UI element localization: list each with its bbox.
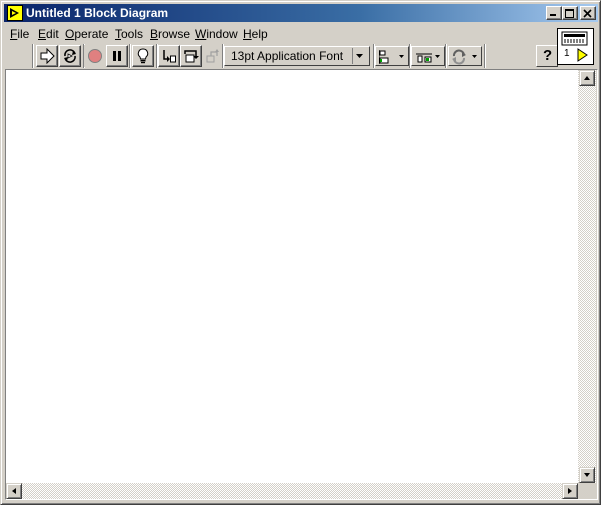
toolbar: 13pt Application Font ?: [4, 43, 598, 69]
step-into-icon: [163, 50, 176, 63]
menu-window[interactable]: Window: [195, 27, 238, 41]
vi-icon-number: 1: [564, 48, 570, 59]
align-objects-icon: [379, 50, 404, 64]
arrow-up-icon: [584, 76, 590, 80]
distribute-objects-icon: [416, 53, 440, 63]
toolbar-separator: [32, 44, 34, 68]
arrow-left-icon: [12, 488, 16, 494]
menu-bar: File Edit Operate Tools Browse Window He…: [4, 24, 598, 43]
menu-help[interactable]: Help: [243, 27, 268, 41]
scroll-right-button[interactable]: [562, 483, 578, 499]
vertical-scrollbar[interactable]: [578, 70, 596, 483]
title-bar[interactable]: Untitled 1 Block Diagram: [4, 4, 598, 22]
horizontal-scrollbar[interactable]: [6, 483, 578, 499]
arrow-right-icon: [568, 488, 572, 494]
scroll-up-button[interactable]: [579, 70, 595, 86]
step-out-button[interactable]: [202, 45, 224, 67]
pause-button[interactable]: [106, 45, 128, 67]
pause-icon: [113, 51, 121, 61]
highlight-execution-icon: [137, 48, 149, 64]
size-grip[interactable]: [578, 483, 596, 499]
labview-app-icon[interactable]: [7, 5, 23, 21]
scroll-left-button[interactable]: [6, 483, 22, 499]
abort-button[interactable]: [84, 45, 106, 67]
scroll-down-button[interactable]: [579, 467, 595, 483]
align-objects-button[interactable]: [375, 46, 409, 66]
toolbar-separator: [445, 44, 447, 68]
menu-edit[interactable]: Edit: [38, 27, 59, 41]
minimize-button[interactable]: [546, 6, 562, 20]
font-ring-label: 13pt Application Font: [231, 49, 344, 63]
run-button[interactable]: [36, 45, 58, 67]
highlight-execution-button[interactable]: [132, 45, 154, 67]
menu-operate[interactable]: Operate: [65, 27, 108, 41]
step-over-button[interactable]: [180, 45, 202, 67]
maximize-button[interactable]: [562, 6, 578, 20]
toolbar-separator: [484, 44, 486, 68]
toolbar-separator: [129, 44, 131, 68]
menu-browse[interactable]: Browse: [150, 27, 190, 41]
close-icon: [583, 9, 592, 18]
run-continuously-button[interactable]: [59, 45, 81, 67]
run-continuously-icon: [64, 49, 76, 63]
block-diagram-window: Untitled 1 Block Diagram File Edit Opera…: [0, 0, 601, 505]
vi-icon-connector-pane[interactable]: 1: [557, 28, 594, 65]
step-out-icon: [206, 49, 219, 63]
menu-tools[interactable]: Tools: [115, 27, 143, 41]
run-arrow-icon: [40, 48, 55, 64]
close-button[interactable]: [580, 6, 596, 20]
chevron-down-icon: [352, 48, 367, 64]
abort-icon: [88, 49, 102, 63]
block-diagram-canvas[interactable]: [6, 70, 578, 483]
minimize-icon: [550, 14, 556, 16]
step-over-icon: [184, 50, 199, 63]
window-title: Untitled 1 Block Diagram: [26, 6, 169, 20]
distribute-objects-button[interactable]: [411, 46, 445, 66]
help-question-icon: ?: [543, 47, 553, 64]
step-into-button[interactable]: [158, 45, 180, 67]
maximize-icon: [565, 9, 574, 18]
reorder-button[interactable]: [448, 46, 482, 66]
text-settings-ring[interactable]: 13pt Application Font: [224, 46, 370, 66]
menu-file[interactable]: File: [10, 27, 29, 41]
reorder-icon: [452, 49, 477, 65]
arrow-down-icon: [584, 473, 590, 477]
context-help-button[interactable]: ?: [536, 45, 558, 67]
